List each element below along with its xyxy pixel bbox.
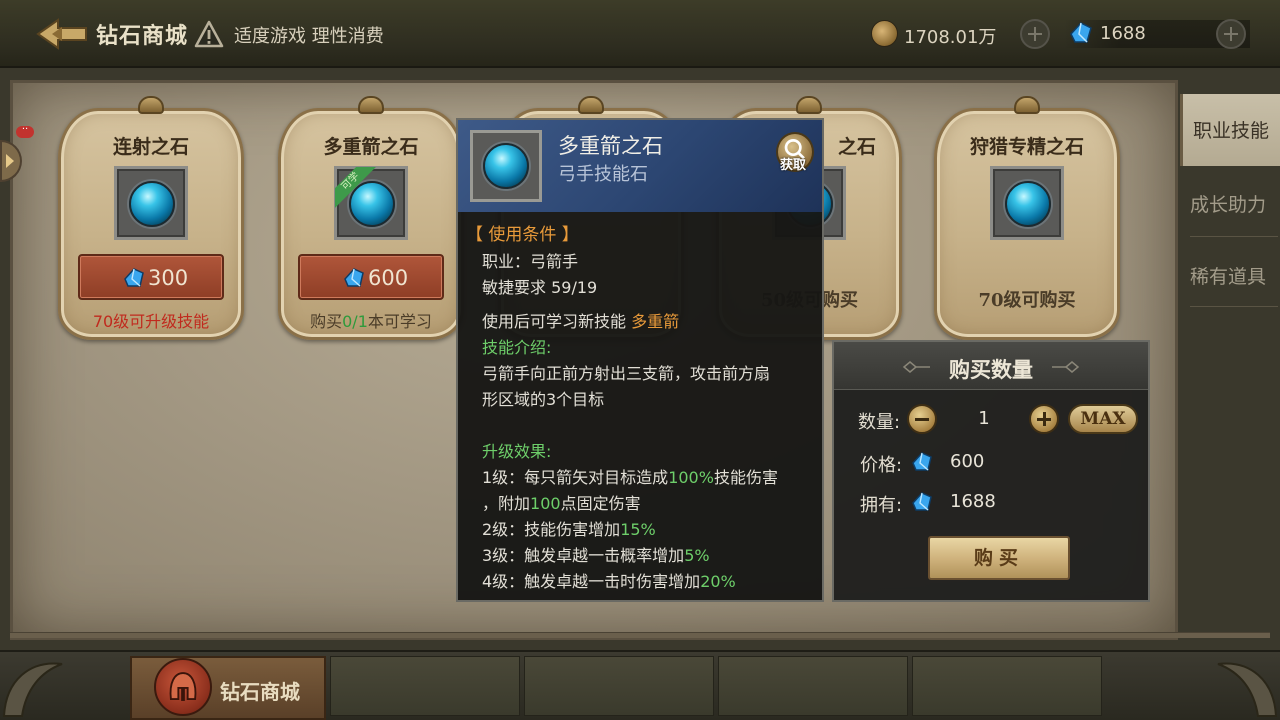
tab-divider bbox=[1190, 236, 1278, 237]
owned-diamonds: 1688 bbox=[950, 491, 996, 512]
upgrade-header: 升级效果: bbox=[482, 442, 552, 461]
bottom-nav-slot[interactable] bbox=[912, 656, 1102, 716]
item-icon-frame: 可学 bbox=[334, 166, 408, 240]
card-ornament bbox=[358, 96, 384, 114]
diamond-icon bbox=[124, 268, 144, 287]
bottom-nav-slot[interactable] bbox=[524, 656, 714, 716]
skill-stone-icon bbox=[483, 143, 529, 189]
card-ornament bbox=[1014, 96, 1040, 114]
item-icon-frame bbox=[990, 166, 1064, 240]
skill-stone-icon bbox=[129, 181, 175, 227]
item-tooltip: 多重箭之石 弓手技能石 获取 【 使用条件 】 职业：弓箭手 敏捷要求 59/1… bbox=[456, 118, 824, 602]
shop-card-item-2[interactable]: 多重箭之石 可学 600 购买0/1本可学习 bbox=[278, 96, 464, 342]
max-quantity-button[interactable]: MAX bbox=[1068, 404, 1138, 434]
warning-icon bbox=[194, 20, 224, 48]
panel-edge bbox=[10, 632, 1270, 638]
price-value: 300 bbox=[148, 266, 189, 290]
add-diamond-button[interactable] bbox=[1216, 19, 1246, 49]
tab-job-skills[interactable]: 职业技能 bbox=[1180, 94, 1280, 166]
owned-label: 拥有: bbox=[860, 495, 903, 516]
skill-intro-text: 形区域的3个目标 bbox=[482, 390, 605, 409]
buy-button[interactable]: 购买 bbox=[928, 536, 1070, 580]
job-requirement: 职业：弓箭手 bbox=[482, 252, 579, 271]
card-item-name: 连射之石 bbox=[112, 136, 189, 158]
agility-requirement: 敏捷要求 59/19 bbox=[482, 278, 598, 297]
ornament-icon bbox=[1052, 361, 1080, 373]
price-button[interactable]: 600 bbox=[298, 254, 444, 300]
tab-divider bbox=[1190, 306, 1278, 307]
card-item-name: 多重箭之石 bbox=[323, 136, 419, 158]
diamond-icon bbox=[912, 452, 932, 471]
level-requirement: 70级可购买 bbox=[978, 290, 1076, 311]
tab-growth[interactable]: 成长助力 bbox=[1180, 168, 1280, 240]
health-notice: 适度游戏 理性消费 bbox=[234, 26, 384, 47]
side-tabs: 职业技能 成长助力 稀有道具 bbox=[1180, 80, 1280, 640]
notification-dot: ·· bbox=[16, 125, 34, 138]
tab-rare-items[interactable]: 稀有道具 bbox=[1180, 240, 1280, 312]
horn-ornament-icon bbox=[2, 662, 63, 717]
tooltip-item-type: 弓手技能石 bbox=[558, 164, 648, 185]
shop-card-item-1[interactable]: 连射之石 300 70级可升级技能 bbox=[58, 96, 244, 342]
get-source-button[interactable]: 获取 bbox=[780, 154, 806, 173]
horn-ornament-icon bbox=[1217, 662, 1278, 717]
upgrade-level-3: 3级：触发卓越一击概率增加5% bbox=[482, 546, 710, 565]
add-gold-button[interactable] bbox=[1020, 19, 1050, 49]
quantity-value[interactable]: 1 bbox=[972, 408, 996, 429]
card-ornament bbox=[796, 96, 822, 114]
skill-stone-icon bbox=[1005, 181, 1051, 227]
upgrade-level-2: 2级：技能伤害增加15% bbox=[482, 520, 656, 539]
tooltip-item-name: 多重箭之石 bbox=[558, 134, 663, 158]
top-bar: 钻石商城 适度游戏 理性消费 1708.01万 1688 bbox=[0, 0, 1280, 68]
tooltip-header: 多重箭之石 弓手技能石 获取 bbox=[458, 120, 822, 212]
upgrade-level-1: 1级：每只箭矢对目标造成100%技能伤害 bbox=[482, 468, 778, 487]
upgrade-level-4: 4级：触发卓越一击时伤害增加20% bbox=[482, 572, 736, 591]
decrease-quantity-button[interactable] bbox=[907, 404, 937, 434]
item-icon-frame bbox=[470, 130, 542, 202]
total-price: 600 bbox=[950, 451, 985, 472]
diamond-icon bbox=[1070, 22, 1092, 43]
card-item-name: 狩猎专精之石 bbox=[969, 136, 1084, 158]
page-title: 钻石商城 bbox=[96, 23, 189, 49]
skill-intro-text: 弓箭手向正前方射出三支箭，攻击前方扇 bbox=[482, 364, 771, 383]
card-ornament bbox=[138, 96, 164, 114]
skill-intro-header: 技能介绍: bbox=[482, 338, 552, 357]
purchase-note: 购买0/1本可学习 bbox=[310, 312, 432, 331]
quantity-label: 数量: bbox=[858, 412, 901, 433]
bottom-tab-label: 钻石商城 bbox=[220, 680, 300, 704]
purchase-title: 购买数量 bbox=[949, 357, 1033, 382]
shop-card-item-5[interactable]: 狩猎专精之石 70级可购买 bbox=[934, 96, 1120, 342]
gold-coin-icon bbox=[871, 20, 898, 47]
price-value: 600 bbox=[368, 266, 409, 290]
bottom-nav-slot[interactable] bbox=[718, 656, 908, 716]
purchase-panel-header: 购买数量 bbox=[834, 342, 1148, 390]
upgrade-level-1-cont: ，附加100点固定伤害 bbox=[482, 494, 641, 513]
item-icon-frame bbox=[114, 166, 188, 240]
helmet-icon bbox=[154, 658, 212, 716]
price-label: 价格: bbox=[860, 455, 903, 476]
diamond-icon bbox=[912, 492, 932, 511]
learn-skill-line: 使用后可学习新技能 多重箭 bbox=[482, 312, 680, 331]
condition-header: 【 使用条件 】 bbox=[466, 225, 579, 245]
gold-amount: 1708.01万 bbox=[904, 27, 997, 48]
level-requirement: 70级可升级技能 bbox=[92, 312, 210, 331]
increase-quantity-button[interactable] bbox=[1029, 404, 1059, 434]
diamond-icon bbox=[344, 268, 364, 287]
price-button[interactable]: 300 bbox=[78, 254, 224, 300]
back-arrow-icon[interactable] bbox=[34, 14, 90, 54]
diamond-amount: 1688 bbox=[1100, 23, 1146, 44]
learnable-badge: 可学 bbox=[335, 167, 377, 209]
bottom-nav-slot[interactable] bbox=[330, 656, 520, 716]
card-ornament bbox=[578, 96, 604, 114]
